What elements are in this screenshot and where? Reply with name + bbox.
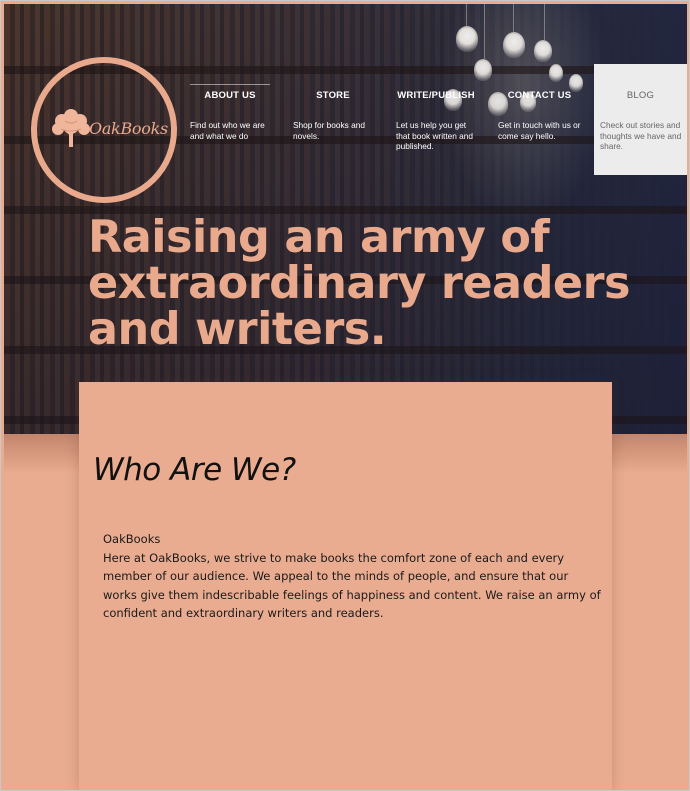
nav-blog[interactable]: BLOG Check out stories and thoughts we h…	[594, 64, 687, 175]
oakbooks-logo[interactable]: OakBooks	[31, 57, 177, 203]
nav-description: Find out who we are and what we do	[190, 120, 265, 141]
nav-label: BLOG	[626, 90, 655, 101]
hero-headline: Raising an army of extraordinary readers…	[88, 212, 631, 355]
tree-icon	[52, 109, 90, 147]
about-card: Who Are We? OakBooks Here at OakBooks, w…	[79, 382, 612, 791]
logo-text: OakBooks	[89, 119, 168, 138]
nav-active-indicator	[190, 84, 270, 85]
nav-label: STORE	[316, 90, 350, 101]
about-body: Here at OakBooks, we strive to make book…	[103, 551, 601, 620]
about-subtitle: OakBooks	[103, 532, 161, 546]
nav-description: Get in touch with us or come say hello.	[498, 120, 581, 141]
nav-label: WRITE/PUBLISH	[397, 90, 475, 101]
nav-label: CONTACT US	[507, 90, 572, 101]
nav-description: Check out stories and thoughts we have a…	[600, 120, 682, 151]
nav-description: Let us help you get that book written an…	[396, 120, 474, 151]
about-title: Who Are We?	[93, 452, 296, 488]
nav-description: Shop for books and novels.	[293, 120, 365, 141]
nav-label: ABOUT US	[204, 90, 256, 101]
